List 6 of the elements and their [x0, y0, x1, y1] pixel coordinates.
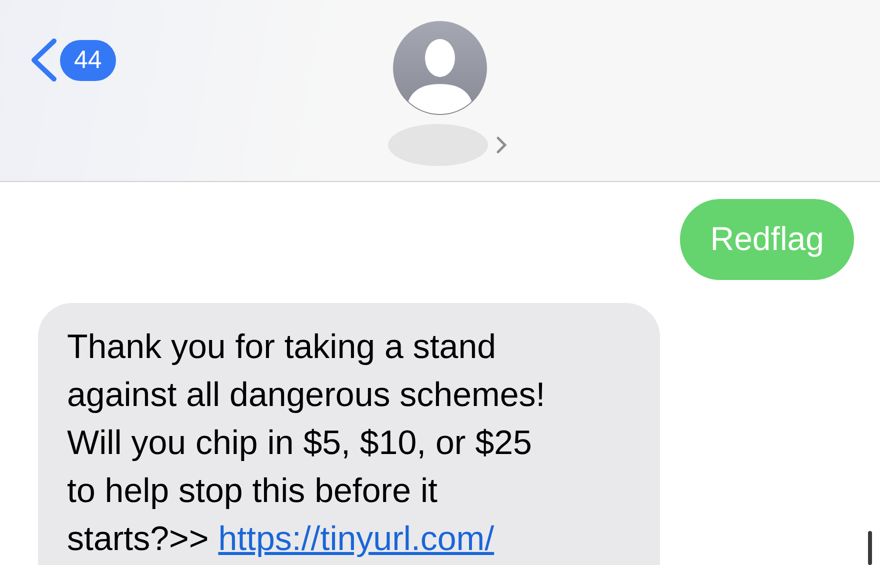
contact-avatar-icon[interactable] [392, 20, 488, 116]
message-link[interactable]: https://tinyurl.com/ [218, 520, 494, 558]
scrollbar[interactable] [868, 531, 872, 565]
sent-message-bubble: Redflag [680, 199, 854, 280]
message-text: Thank you for taking a stand against all dangerous schemes! Will you chip in $5, $10, or $25 to help stop this before it starts?>> https://tinyurl.com/ [67, 327, 546, 560]
chevron-right-icon[interactable] [496, 136, 508, 154]
